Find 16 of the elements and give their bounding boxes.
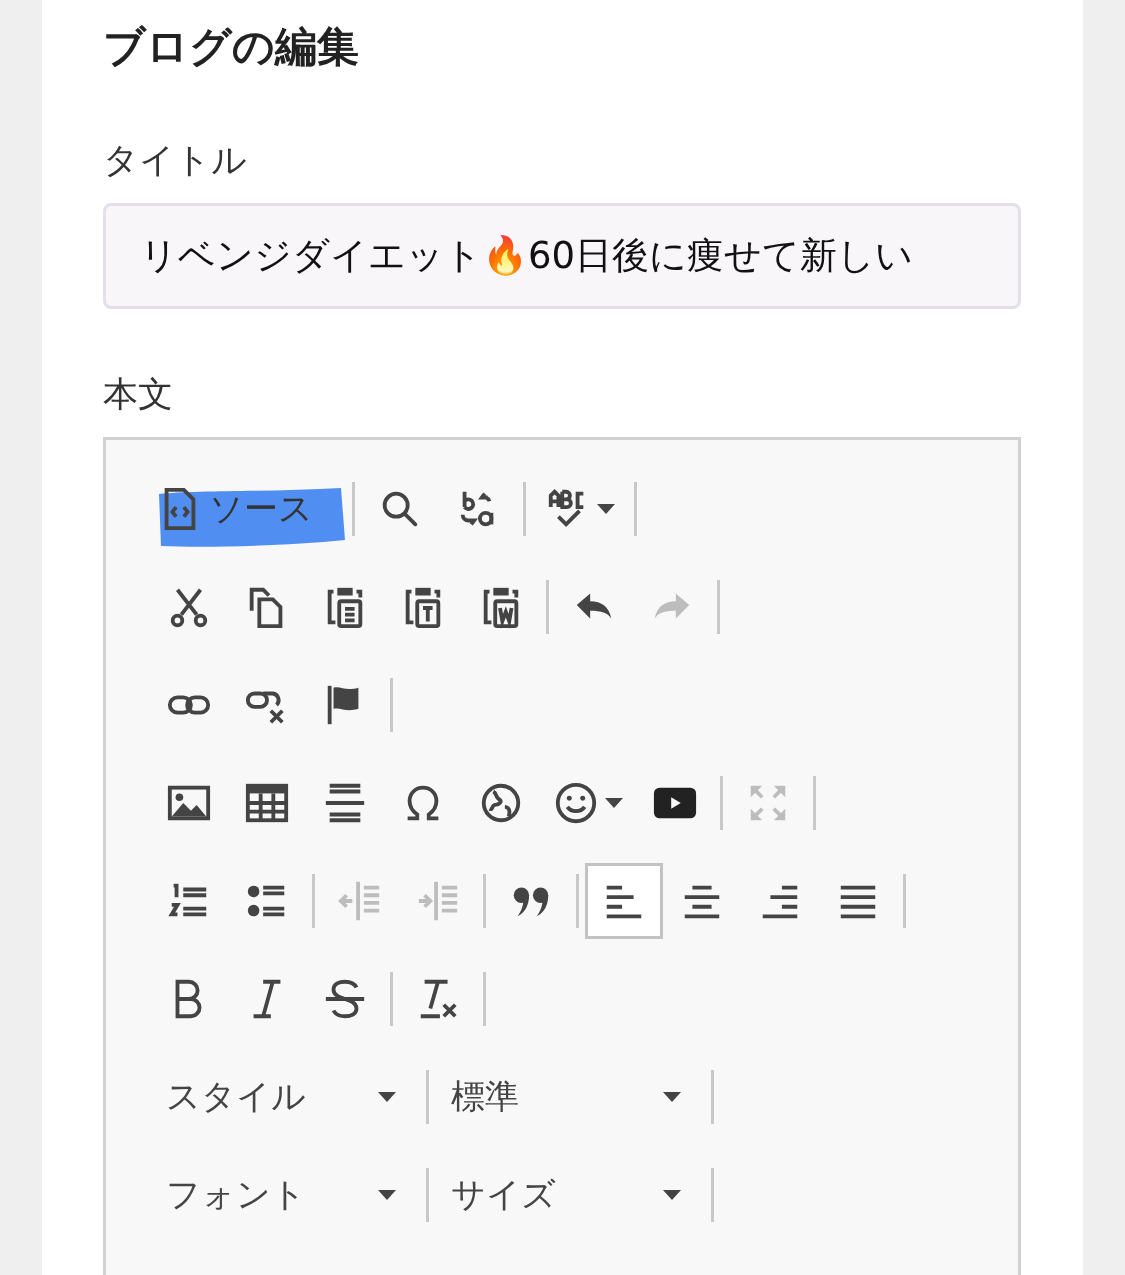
caret-icon (605, 797, 623, 808)
caret-icon (378, 1091, 396, 1102)
caret-icon (663, 1091, 681, 1102)
dropdown-select[interactable]: フォント (150, 1156, 420, 1233)
dropdown-select[interactable]: 標準 (435, 1058, 705, 1135)
title-input[interactable]: リベンジダイエット🔥60日後に痩せて新しい (103, 202, 1021, 309)
caret-icon (597, 503, 615, 514)
field-label: タイトル (103, 138, 247, 181)
dropdown-select[interactable]: サイズ (435, 1156, 705, 1233)
align-left-button[interactable] (585, 862, 663, 939)
field-label: 本文 (103, 372, 173, 415)
page-heading: ブログの編集 (103, 21, 360, 73)
dropdown-select[interactable]: スタイル (150, 1058, 420, 1135)
source-button[interactable]: ソース (150, 470, 346, 547)
caret-icon (663, 1189, 681, 1200)
caret-icon (378, 1189, 396, 1200)
